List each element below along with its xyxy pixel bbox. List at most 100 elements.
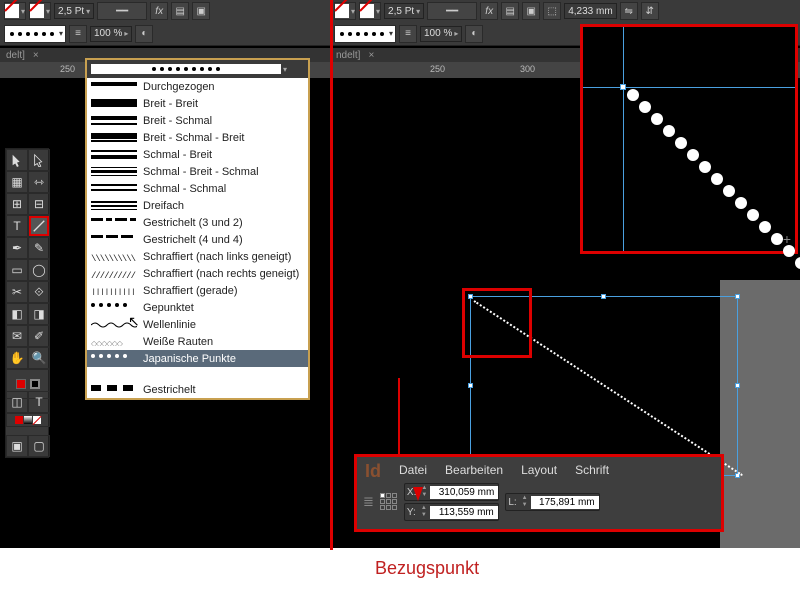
opacity-value: 100 % xyxy=(94,28,122,39)
stroke-type-item[interactable]: Gepunktet xyxy=(87,299,308,316)
misc-icon[interactable]: ▤ xyxy=(501,2,519,20)
stroke-icon[interactable]: ▾ xyxy=(29,2,51,20)
fx-button[interactable]: fx xyxy=(480,2,498,20)
stroke-type-item[interactable]: \\\\\\\\\\Schraffiert (nach links geneig… xyxy=(87,248,308,265)
free-transform-tool[interactable]: ⟐ xyxy=(28,281,50,303)
flip-v-icon[interactable]: ⇵ xyxy=(641,2,659,20)
stroke-type-label: Gestrichelt (4 und 4) xyxy=(143,234,243,246)
selection-tool[interactable] xyxy=(6,149,28,171)
fill-none-icon[interactable]: ▾ xyxy=(4,2,26,20)
note-tool[interactable]: ✉ xyxy=(6,325,28,347)
ellipse-tool[interactable]: ◯ xyxy=(28,259,50,281)
opacity-field[interactable]: 100 %▸ xyxy=(90,26,132,42)
ruler-tick: 300 xyxy=(520,64,535,74)
view-mode-preview[interactable]: ▢ xyxy=(28,435,50,457)
stroke-icon[interactable]: ▾ xyxy=(359,2,381,20)
view-mode-normal[interactable]: ▣ xyxy=(6,435,28,457)
stroke-type-item[interactable]: ◇◇◇◇◇◇Weiße Rauten xyxy=(87,333,308,350)
page-tool[interactable]: ▦ xyxy=(6,171,28,193)
stroke-type-dropdown[interactable]: ▾ xyxy=(334,25,396,43)
stroke-type-label: Durchgezogen xyxy=(143,81,215,93)
stepper-icon[interactable]: ▲▼ xyxy=(420,505,428,519)
tool-palette: ▦ ⇿ ⊞ ⊟ T ✒ ✎ ▭ ◯ ✂ ⟐ ◧ ◨ ✉ ✐ ✋ 🔍 ◫ T ▣ … xyxy=(5,148,49,458)
y-field[interactable]: Y: ▲▼ 113,559 mm xyxy=(404,503,499,521)
stroke-weight-field[interactable]: 2,5 Pt▾ xyxy=(384,3,424,19)
gap-tool[interactable]: ⇿ xyxy=(28,171,50,193)
stroke-type-label: Schraffiert (nach links geneigt) xyxy=(143,251,291,263)
gradient-swatch-tool[interactable]: ◧ xyxy=(6,303,28,325)
eyedropper-tool[interactable]: ✐ xyxy=(28,325,50,347)
formatting-text-icon[interactable]: T xyxy=(28,391,50,413)
stroke-type-item[interactable]: Schmal - Breit - Schmal xyxy=(87,163,308,180)
stroke-type-item[interactable]: Japanische Punkte xyxy=(87,350,308,367)
cap-join-icon[interactable]: ━━ xyxy=(97,2,147,20)
stroke-type-item[interactable]: ||||||||||||Schraffiert (gerade) xyxy=(87,282,308,299)
stepper-icon[interactable]: ▲▼ xyxy=(521,495,529,509)
menu-bearbeiten[interactable]: Bearbeiten xyxy=(445,463,503,477)
stroke-type-label: Weiße Rauten xyxy=(143,336,213,348)
fx-button[interactable]: fx xyxy=(150,2,168,20)
direct-select-tool[interactable] xyxy=(28,149,50,171)
stroke-type-dropdown[interactable]: ▾ xyxy=(4,25,66,43)
stroke-type-item[interactable]: Breit - Breit xyxy=(87,95,308,112)
stroke-type-item[interactable]: Gestrichelt (4 und 4) xyxy=(87,231,308,248)
control-bar-left: ▾ ▾ 2,5 Pt▾ ━━ fx ▤ ▣ ▾ ≡ 100 %▸ ◐ xyxy=(0,0,330,46)
stroke-type-label: Breit - Breit xyxy=(143,98,198,110)
menu-schrift[interactable]: Schrift xyxy=(575,463,609,477)
ruler-tick: 250 xyxy=(430,64,445,74)
zoom-tool[interactable]: 🔍 xyxy=(28,347,50,369)
pencil-tool[interactable]: ✎ xyxy=(28,237,50,259)
close-icon[interactable]: × xyxy=(33,50,39,61)
misc-icon[interactable]: ▤ xyxy=(171,2,189,20)
stroke-type-label: Japanische Punkte xyxy=(143,353,236,365)
scissors-tool[interactable]: ✂ xyxy=(6,281,28,303)
crop-icon[interactable]: ⬚ xyxy=(543,2,561,20)
menu-layout[interactable]: Layout xyxy=(521,463,557,477)
hand-tool[interactable]: ✋ xyxy=(6,347,28,369)
align-icon[interactable]: ≡ xyxy=(69,25,87,43)
angle-icon[interactable]: ◐ xyxy=(465,25,483,43)
fill-none-icon[interactable]: ▾ xyxy=(334,2,356,20)
stroke-type-item[interactable]: Gestrichelt xyxy=(87,381,308,398)
formatting-container-icon[interactable]: ◫ xyxy=(6,391,28,413)
annotation-bezugspunkt: Bezugspunkt xyxy=(375,558,479,579)
angle-icon[interactable]: ◐ xyxy=(135,25,153,43)
flip-h-icon[interactable]: ⇋ xyxy=(620,2,638,20)
type-tool[interactable]: T xyxy=(6,215,28,237)
stroke-type-item[interactable]: Breit - Schmal - Breit xyxy=(87,129,308,146)
menu-datei[interactable]: Datei xyxy=(399,463,427,477)
stroke-type-label: Dreifach xyxy=(143,200,184,212)
align-icon[interactable]: ≡ xyxy=(399,25,417,43)
opacity-field[interactable]: 100 %▸ xyxy=(420,26,462,42)
stroke-type-item[interactable]: Breit - Schmal xyxy=(87,112,308,129)
cap-join-icon[interactable]: ━━ xyxy=(427,2,477,20)
red-arrow-icon xyxy=(413,487,423,501)
content-placer[interactable]: ⊟ xyxy=(28,193,50,215)
stroke-type-item[interactable]: Gestrichelt (3 und 2) xyxy=(87,214,308,231)
content-collector[interactable]: ⊞ xyxy=(6,193,28,215)
stroke-type-item[interactable]: Dreifach xyxy=(87,197,308,214)
text-wrap-icon[interactable]: ▣ xyxy=(192,2,210,20)
l-field[interactable]: L: ▲▼ 175,891 mm xyxy=(505,493,599,511)
stroke-type-item[interactable] xyxy=(87,367,308,381)
stroke-type-item[interactable]: Wellenlinie xyxy=(87,316,308,333)
stroke-type-item[interactable]: Schmal - Breit xyxy=(87,146,308,163)
rectangle-tool[interactable]: ▭ xyxy=(6,259,28,281)
stroke-type-header[interactable]: ▾ xyxy=(87,60,308,78)
reference-point-grid[interactable] xyxy=(380,493,398,511)
pen-tool[interactable]: ✒ xyxy=(6,237,28,259)
dimension-field[interactable]: 4,233 mm xyxy=(564,3,616,19)
stroke-type-item[interactable]: Schmal - Schmal xyxy=(87,180,308,197)
text-wrap-icon[interactable]: ▣ xyxy=(522,2,540,20)
stroke-weight-field[interactable]: 2,5 Pt▾ xyxy=(54,3,94,19)
line-tool[interactable] xyxy=(28,215,50,237)
close-icon[interactable]: × xyxy=(368,50,374,61)
color-chips[interactable] xyxy=(6,413,50,427)
stroke-type-label: Gestrichelt (3 und 2) xyxy=(143,217,243,229)
lines-icon: ≣ xyxy=(363,494,374,510)
stroke-type-label: Breit - Schmal xyxy=(143,115,212,127)
stroke-type-item[interactable]: Durchgezogen xyxy=(87,78,308,95)
stroke-type-label: Schmal - Schmal xyxy=(143,183,226,195)
stroke-type-item[interactable]: //////////Schraffiert (nach rechts genei… xyxy=(87,265,308,282)
gradient-feather-tool[interactable]: ◨ xyxy=(28,303,50,325)
